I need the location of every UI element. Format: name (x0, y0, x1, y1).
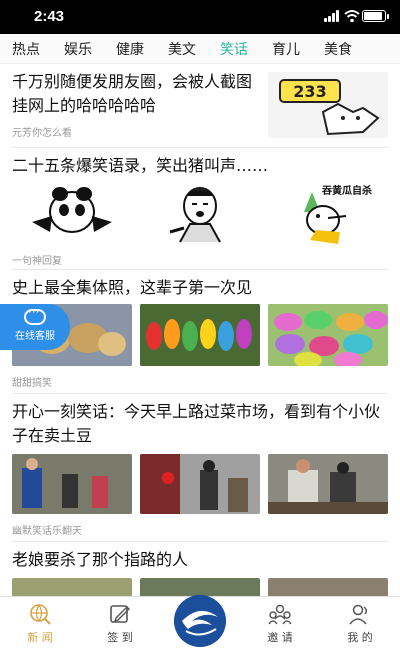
nav-checkin[interactable]: 签 到 (80, 597, 160, 664)
online-service-label: 在线客服 (15, 331, 55, 342)
article-image (140, 304, 260, 366)
article-image (12, 578, 132, 596)
article-card[interactable]: 开心一刻笑话：今天早上路过菜市场，看到有个小伙子在卖土豆 幽默笑话乐翻天 (12, 400, 388, 542)
article-card[interactable]: 老娘要杀了那个指路的人 (12, 548, 388, 596)
tab-entertainment[interactable]: 娱乐 (52, 39, 104, 59)
article-image (12, 182, 132, 244)
nav-news-label: 新 闻 (27, 631, 53, 644)
tab-prose[interactable]: 美文 (156, 39, 208, 59)
chat-icon (24, 305, 46, 325)
tab-jokes[interactable]: 笑话 (208, 39, 260, 59)
edit-icon (110, 605, 130, 623)
article-image (140, 454, 260, 514)
article-image (268, 454, 388, 514)
wifi-icon (344, 10, 360, 23)
nav-home-logo[interactable] (160, 595, 240, 664)
nav-invite-label: 邀 请 (267, 631, 293, 644)
online-service-button[interactable]: 在线客服 (0, 304, 70, 350)
tab-food[interactable]: 美食 (312, 39, 364, 59)
sticker-caption: 吞黄瓜自杀 (322, 186, 372, 197)
nav-me-label: 我 的 (347, 631, 373, 644)
category-tabs: 热点 娱乐 健康 美文 笑话 育儿 美食 (0, 34, 400, 64)
article-title: 开心一刻笑话：今天早上路过菜市场，看到有个小伙子在卖土豆 (12, 402, 381, 445)
user-icon (349, 604, 367, 625)
article-image (140, 578, 260, 596)
article-image (268, 578, 388, 596)
article-card[interactable]: 千万别随便发朋友圈，会被人截图挂网上的哈哈哈哈哈 元芳你怎么看 233 (12, 70, 388, 148)
bottom-nav: 新 闻 签 到 邀 请 我 的 (0, 595, 400, 664)
status-bar: 2:43 (0, 0, 400, 34)
article-image (140, 182, 260, 244)
article-title: 老娘要杀了那个指路的人 (12, 550, 189, 569)
status-time: 2:43 (34, 8, 65, 25)
app-logo-icon (174, 595, 226, 647)
article-thumbnail: 233 (268, 72, 388, 138)
article-card[interactable]: 二十五条爆笑语录，笑出猪叫声…… 吞黄瓜自杀 一句神回复 (12, 154, 388, 270)
signal-icon (324, 10, 340, 22)
article-source: 元芳你怎么看 (12, 128, 72, 139)
nav-me[interactable]: 我 的 (320, 597, 400, 664)
nav-news[interactable]: 新 闻 (0, 597, 80, 664)
tab-hot[interactable]: 热点 (0, 39, 52, 59)
article-image (12, 454, 132, 514)
nav-checkin-label: 签 到 (107, 631, 133, 644)
article-image (268, 304, 388, 366)
article-source: 一句神回复 (12, 256, 62, 267)
nav-invite[interactable]: 邀 请 (240, 597, 320, 664)
article-title: 千万别随便发朋友圈，会被人截图挂网上的哈哈哈哈哈 (12, 72, 253, 115)
article-image: 吞黄瓜自杀 (268, 182, 388, 244)
thumb-text: 233 (293, 82, 326, 101)
people-icon (268, 604, 292, 625)
article-title: 史上最全集体照，这辈子第一次见 (12, 278, 253, 297)
article-source: 甜甜搞笑 (12, 378, 52, 389)
tab-health[interactable]: 健康 (104, 39, 156, 59)
battery-icon (362, 10, 389, 22)
article-title: 二十五条爆笑语录，笑出猪叫声…… (12, 156, 269, 175)
globe-icon (30, 604, 51, 625)
article-source: 幽默笑话乐翻天 (12, 526, 82, 537)
tab-parenting[interactable]: 育儿 (260, 39, 312, 59)
